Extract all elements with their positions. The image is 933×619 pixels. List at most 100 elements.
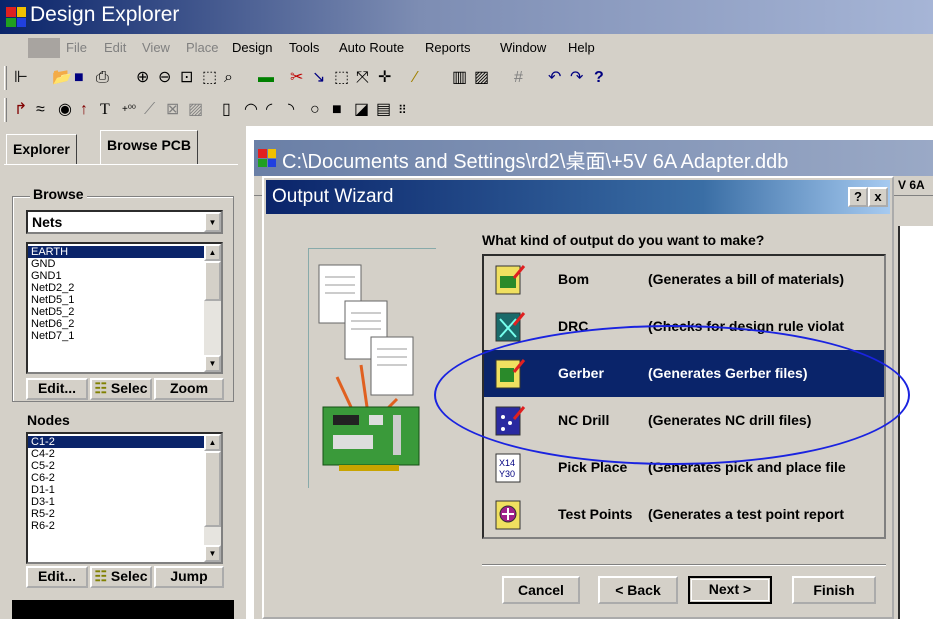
print-icon[interactable]: ⎙: [96, 68, 109, 88]
folder-tree-icon[interactable]: ⊩: [14, 68, 28, 88]
fill-icon[interactable]: ⊠: [166, 100, 179, 120]
list-item[interactable]: C5-2: [28, 460, 221, 472]
menu-view[interactable]: View: [142, 40, 170, 55]
toolbar-grip-2[interactable]: [4, 98, 7, 122]
list-item[interactable]: NetD5_2: [28, 306, 221, 318]
cut-icon[interactable]: ✂: [290, 68, 303, 88]
finish-button[interactable]: Finish: [792, 576, 876, 604]
help-icon[interactable]: ?: [594, 68, 604, 88]
redo-icon[interactable]: ↷: [570, 68, 583, 88]
arc-edge-icon[interactable]: ◜: [266, 100, 272, 120]
save-icon[interactable]: ■: [74, 68, 84, 88]
arc-center-icon[interactable]: ◠: [244, 100, 258, 120]
document-tab-label[interactable]: V 6A: [898, 178, 925, 192]
menu-design[interactable]: Design: [232, 40, 272, 55]
track-icon[interactable]: ≈: [36, 100, 45, 120]
nets-zoom-button[interactable]: Zoom: [154, 378, 224, 400]
string-icon[interactable]: T: [100, 100, 110, 120]
arc-any-icon[interactable]: ◝: [288, 100, 294, 120]
scroll-thumb[interactable]: [204, 261, 221, 301]
list-item[interactable]: D1-1: [28, 484, 221, 496]
document-canvas[interactable]: [898, 226, 933, 619]
menu-help[interactable]: Help: [568, 40, 595, 55]
rect-fill-icon[interactable]: ■: [332, 100, 342, 120]
polygon-icon[interactable]: ▨: [188, 100, 203, 120]
toolbar-grip[interactable]: [4, 66, 7, 90]
scroll-down-icon[interactable]: ▼: [204, 545, 221, 562]
split-plane-icon[interactable]: ▤: [376, 100, 391, 120]
chevron-down-icon[interactable]: ▼: [204, 212, 221, 232]
list-item-bom[interactable]: Bom (Generates a bill of materials): [484, 256, 884, 303]
list-item[interactable]: NetD7_1: [28, 330, 221, 342]
nets-scrollbar[interactable]: ▲ ▼: [204, 244, 221, 372]
polygon-plane-icon[interactable]: ◪: [354, 100, 369, 120]
highlight-icon[interactable]: ▬: [258, 68, 274, 88]
doc-menu-icon[interactable]: [28, 38, 60, 58]
via-icon[interactable]: ◉: [58, 100, 72, 120]
zoom-region-icon[interactable]: ⌕: [224, 68, 233, 88]
probe-icon[interactable]: ⁄: [414, 68, 417, 88]
list-item[interactable]: R5-2: [28, 508, 221, 520]
menu-auto-route[interactable]: Auto Route: [339, 40, 404, 55]
list-item[interactable]: C6-2: [28, 472, 221, 484]
zoom-in-icon[interactable]: ⊕: [136, 68, 149, 88]
list-item[interactable]: D3-1: [28, 496, 221, 508]
list-item[interactable]: NetD5_1: [28, 294, 221, 306]
list-item[interactable]: C1-2: [28, 436, 221, 448]
list-item[interactable]: C4-2: [28, 448, 221, 460]
browse-lib-icon[interactable]: ▨: [474, 68, 489, 88]
zoom-fit-icon[interactable]: ⊡: [180, 68, 193, 88]
nets-select-button[interactable]: ☷ Selec: [90, 378, 152, 400]
undo-icon[interactable]: ↶: [548, 68, 561, 88]
menu-tools[interactable]: Tools: [289, 40, 319, 55]
drc-icon: [495, 312, 526, 342]
menu-window[interactable]: Window: [500, 40, 546, 55]
close-button[interactable]: x: [868, 187, 888, 207]
next-button[interactable]: Next >: [688, 576, 772, 604]
select-icon[interactable]: ⬚: [334, 68, 349, 88]
list-item[interactable]: NetD6_2: [28, 318, 221, 330]
scroll-up-icon[interactable]: ▲: [204, 244, 221, 261]
component-icon[interactable]: ▯: [222, 100, 231, 120]
list-item[interactable]: NetD2_2: [28, 282, 221, 294]
help-button[interactable]: ?: [848, 187, 868, 207]
move-icon[interactable]: ⤧: [356, 68, 369, 88]
menu-edit[interactable]: Edit: [104, 40, 126, 55]
zoom-area-icon[interactable]: ⬚: [202, 68, 217, 88]
scroll-up-icon[interactable]: ▲: [204, 434, 221, 451]
coordinate-icon[interactable]: +⁰⁰: [122, 100, 136, 120]
browse-select[interactable]: Nets ▼: [26, 210, 223, 234]
list-item[interactable]: GND1: [28, 270, 221, 282]
menu-file[interactable]: File: [66, 40, 87, 55]
dimension-icon[interactable]: ⟋: [144, 100, 155, 120]
scroll-thumb[interactable]: [204, 451, 221, 527]
nodes-jump-button[interactable]: Jump: [154, 566, 224, 588]
nets-list[interactable]: EARTH GND GND1 NetD2_2 NetD5_1 NetD5_2 N…: [26, 242, 223, 374]
zoom-out-icon[interactable]: ⊖: [158, 68, 171, 88]
tab-browse-pcb[interactable]: Browse PCB: [100, 130, 199, 164]
interactive-route-icon[interactable]: ↱: [14, 100, 27, 120]
nodes-list[interactable]: C1-2 C4-2 C5-2 C6-2 D1-1 D3-1 R5-2 R6-2 …: [26, 432, 223, 564]
line-icon[interactable]: ↘: [312, 68, 325, 88]
array-icon[interactable]: ⠿: [398, 100, 407, 120]
menu-place[interactable]: Place: [186, 40, 219, 55]
list-item[interactable]: EARTH: [28, 246, 221, 258]
list-item[interactable]: R6-2: [28, 520, 221, 532]
nodes-scrollbar[interactable]: ▲ ▼: [204, 434, 221, 562]
list-item-test-points[interactable]: Test Points (Generates a test point repo…: [484, 491, 884, 537]
nets-edit-button[interactable]: Edit...: [26, 378, 88, 400]
nodes-edit-button[interactable]: Edit...: [26, 566, 88, 588]
nodes-select-button[interactable]: ☷ Selec: [90, 566, 152, 588]
tab-explorer[interactable]: Explorer: [6, 134, 77, 164]
cancel-button[interactable]: Cancel: [502, 576, 580, 604]
library-icon[interactable]: ▥: [452, 68, 467, 88]
back-button[interactable]: < Back: [598, 576, 678, 604]
menu-reports[interactable]: Reports: [425, 40, 471, 55]
circle-icon[interactable]: ○: [310, 100, 320, 120]
pad-icon[interactable]: ↑: [80, 100, 88, 120]
list-item[interactable]: GND: [28, 258, 221, 270]
open-icon[interactable]: 📂: [52, 68, 72, 88]
cross-icon[interactable]: ✛: [378, 68, 391, 88]
grid-icon[interactable]: #: [514, 68, 523, 88]
scroll-down-icon[interactable]: ▼: [204, 355, 221, 372]
